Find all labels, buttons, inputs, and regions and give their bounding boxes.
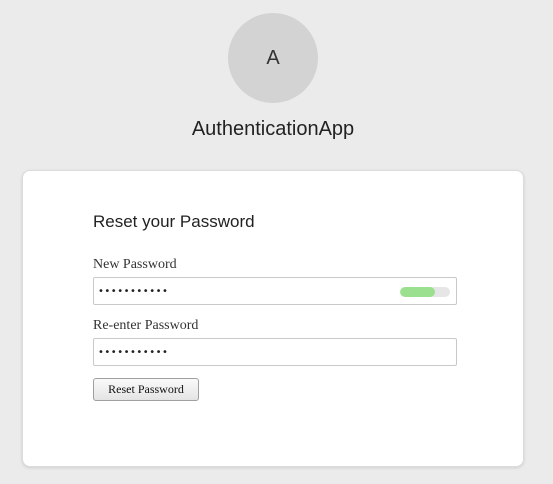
app-avatar: A — [228, 13, 318, 103]
avatar-letter: A — [266, 46, 280, 69]
new-password-value: ••••••••••• — [98, 285, 169, 297]
password-strength-fill — [400, 287, 435, 297]
new-password-field[interactable]: ••••••••••• — [93, 277, 457, 305]
reset-password-page: A AuthenticationApp Reset your Password … — [0, 0, 553, 484]
app-name: AuthenticationApp — [191, 118, 355, 140]
form-title: Reset your Password — [93, 212, 255, 231]
reset-password-card: Reset your Password New Password •••••••… — [22, 170, 524, 467]
confirm-password-label: Re-enter Password — [93, 318, 199, 333]
password-strength-meter — [400, 287, 450, 297]
new-password-label: New Password — [93, 257, 177, 272]
confirm-password-value: ••••••••••• — [98, 346, 169, 358]
confirm-password-field[interactable]: ••••••••••• — [93, 338, 457, 366]
reset-password-button[interactable]: Reset Password — [93, 378, 199, 401]
